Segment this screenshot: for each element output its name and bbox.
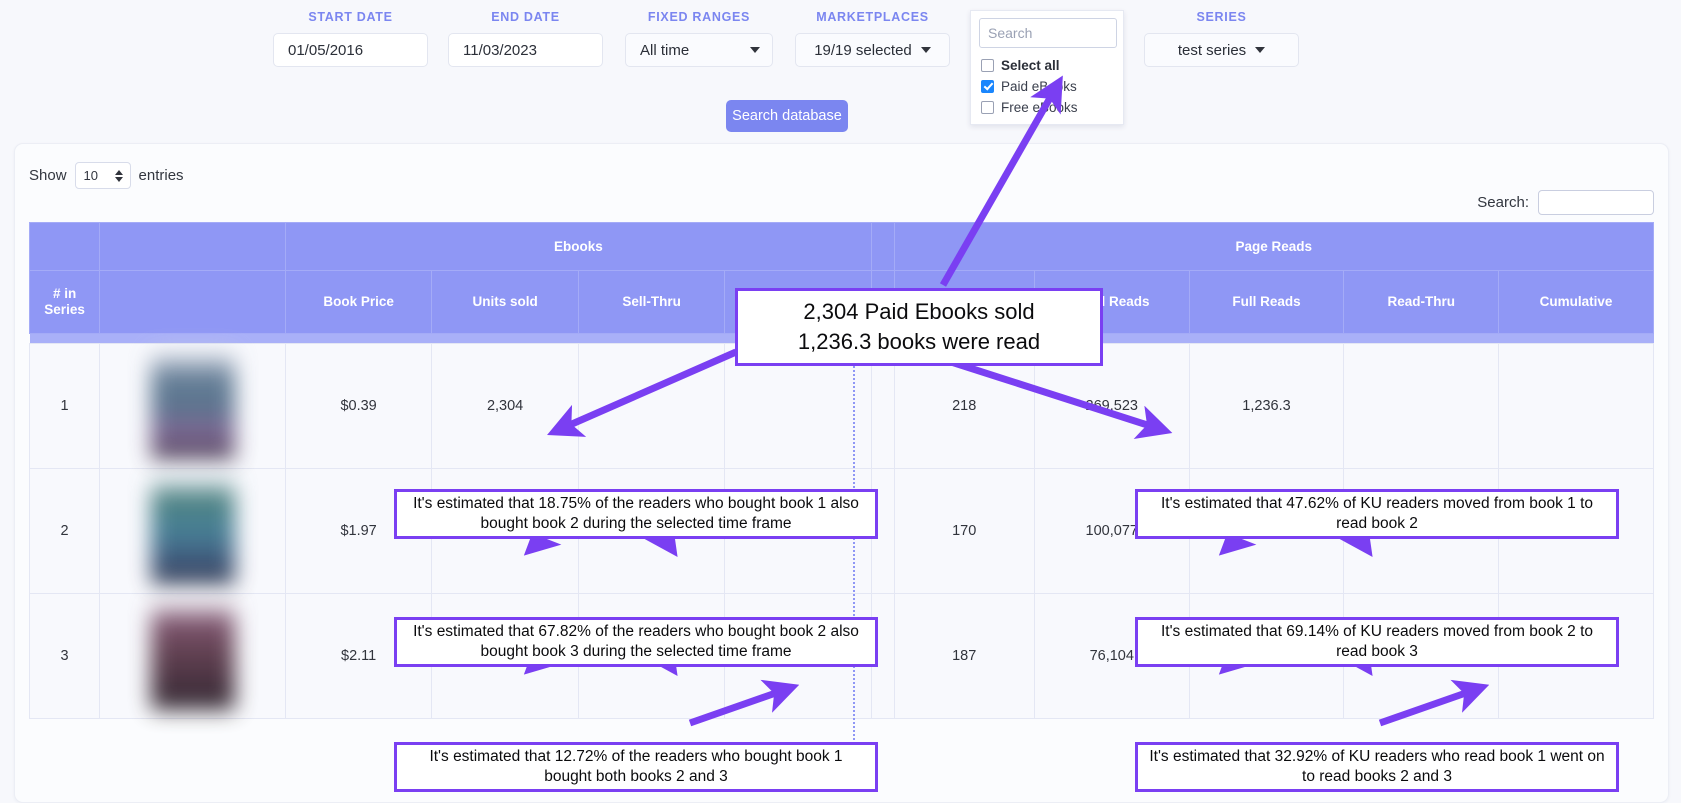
table-search-label: Search:: [1477, 194, 1529, 211]
cell-book-cover: [99, 343, 286, 469]
book-cover-image: [150, 477, 235, 585]
ebooks-pagereads-divider: [853, 357, 855, 752]
series-label: SERIES: [1196, 10, 1247, 24]
formats-option-select-all[interactable]: Select all: [971, 55, 1123, 76]
filter-marketplaces: MARKETPLACES 19/19 selected: [795, 10, 950, 67]
cell-book-cover: [99, 593, 286, 719]
entries-per-page-select[interactable]: 10: [74, 162, 131, 189]
column-header-cover: [99, 270, 286, 334]
cell-read-thru: [1343, 343, 1500, 469]
column-header-sell-thru[interactable]: Sell-Thru: [577, 270, 726, 334]
cell-series-no: 2: [28, 468, 101, 594]
start-date-label: START DATE: [308, 10, 393, 24]
filter-formats: FORMATS Select all Paid eBooks Free eBoo…: [970, 10, 1124, 125]
cell-pr-cumulative: [1498, 343, 1654, 469]
caret-down-icon: [920, 47, 931, 53]
filter-fixed-ranges: FIXED RANGES All time: [625, 10, 773, 67]
table-search-input[interactable]: [1538, 190, 1654, 215]
fixed-ranges-label: FIXED RANGES: [647, 10, 751, 24]
callout-ebook-book2-book3: It's estimated that 67.82% of the reader…: [394, 617, 878, 667]
series-value: test series: [1177, 41, 1247, 59]
cell-book-cover: [99, 468, 286, 594]
cell-ku-units: 170: [893, 468, 1035, 594]
table-search-control: Search:: [1477, 190, 1654, 215]
show-entries-control: Show 10 entries: [29, 162, 184, 189]
filter-end-date: END DATE 11/03/2023: [448, 10, 603, 67]
group-header-page-reads: Page Reads: [893, 222, 1655, 271]
caret-down-icon: [1255, 47, 1266, 53]
cell-full-reads: 1,236.3: [1188, 343, 1345, 469]
checkbox-unchecked-icon[interactable]: [981, 101, 994, 114]
cell-sell-thru: [577, 343, 726, 469]
callout-main-line1: 2,304 Paid Ebooks sold: [803, 299, 1035, 325]
chevron-down-icon: [750, 47, 760, 53]
book-cover-image: [150, 352, 235, 460]
group-header-blank-1: [28, 222, 101, 271]
checkbox-checked-icon[interactable]: [981, 80, 994, 93]
column-header-pr-cumulative[interactable]: Cumulative: [1498, 270, 1654, 334]
cell-book-price: $0.39: [284, 343, 433, 469]
column-header-units-sold[interactable]: Units sold: [431, 270, 579, 334]
results-card: Show 10 entries Search: Ebooks Page Read…: [14, 143, 1669, 803]
column-header-read-thru[interactable]: Read-Thru: [1343, 270, 1500, 334]
marketplaces-label: MARKETPLACES: [816, 10, 929, 24]
formats-option-label: Free eBooks: [1001, 100, 1078, 115]
group-header-ebooks: Ebooks: [284, 222, 872, 271]
formats-option-label: Select all: [1001, 58, 1060, 73]
entries-value: 10: [83, 168, 98, 183]
callout-ku-book1-books23: It's estimated that 32.92% of KU readers…: [1135, 742, 1619, 792]
show-label: Show: [29, 167, 67, 184]
formats-option-label: Paid eBooks: [1001, 79, 1077, 94]
book-cover-image: [150, 602, 235, 710]
fixed-ranges-value: All time: [640, 41, 690, 59]
start-date-input[interactable]: 01/05/2016: [273, 33, 428, 67]
cell-ku-units: 187: [893, 593, 1035, 719]
formats-option-free-ebooks[interactable]: Free eBooks: [971, 97, 1123, 118]
callout-main: 2,304 Paid Ebooks sold 1,236.3 books wer…: [735, 288, 1103, 366]
callout-ku-book1-book2: It's estimated that 47.62% of KU readers…: [1135, 489, 1619, 539]
filter-series: SERIES test series: [1144, 10, 1299, 67]
stepper-icon[interactable]: [114, 169, 123, 182]
callout-ebook-book1-books23: It's estimated that 12.72% of the reader…: [394, 742, 878, 792]
table-group-header-row: Ebooks Page Reads: [28, 222, 1655, 271]
cell-series-no: 1: [28, 343, 101, 469]
group-header-gap: [870, 222, 895, 271]
formats-option-paid-ebooks[interactable]: Paid eBooks: [971, 76, 1123, 97]
fixed-ranges-select[interactable]: All time: [625, 33, 773, 67]
series-dropdown[interactable]: test series: [1144, 33, 1299, 67]
callout-main-line2: 1,236.3 books were read: [797, 329, 1041, 354]
column-header-series-no[interactable]: # in Series: [28, 270, 101, 334]
group-header-blank-2: [99, 222, 286, 271]
end-date-label: END DATE: [491, 10, 560, 24]
callout-ku-book2-book3: It's estimated that 69.14% of KU readers…: [1135, 617, 1619, 667]
cell-units-sold: 2,304: [431, 343, 579, 469]
checkbox-unchecked-icon[interactable]: [981, 59, 994, 72]
filter-bar: START DATE 01/05/2016 END DATE 11/03/202…: [0, 0, 1681, 140]
formats-search-input[interactable]: [979, 18, 1117, 48]
formats-dropdown-panel: Select all Paid eBooks Free eBooks: [970, 10, 1124, 125]
filter-start-date: START DATE 01/05/2016: [273, 10, 428, 67]
table-toolbar: Show 10 entries Search:: [15, 144, 1668, 222]
cell-series-no: 3: [28, 593, 101, 719]
marketplaces-value: 19/19 selected: [814, 41, 912, 59]
column-header-book-price[interactable]: Book Price: [284, 270, 433, 334]
entries-label: entries: [138, 167, 184, 184]
search-database-button[interactable]: Search database: [726, 100, 848, 132]
column-header-full-reads[interactable]: Full Reads: [1188, 270, 1345, 334]
callout-ebook-book1-book2: It's estimated that 18.75% of the reader…: [394, 489, 878, 539]
end-date-input[interactable]: 11/03/2023: [448, 33, 603, 67]
marketplaces-dropdown[interactable]: 19/19 selected: [795, 33, 950, 67]
